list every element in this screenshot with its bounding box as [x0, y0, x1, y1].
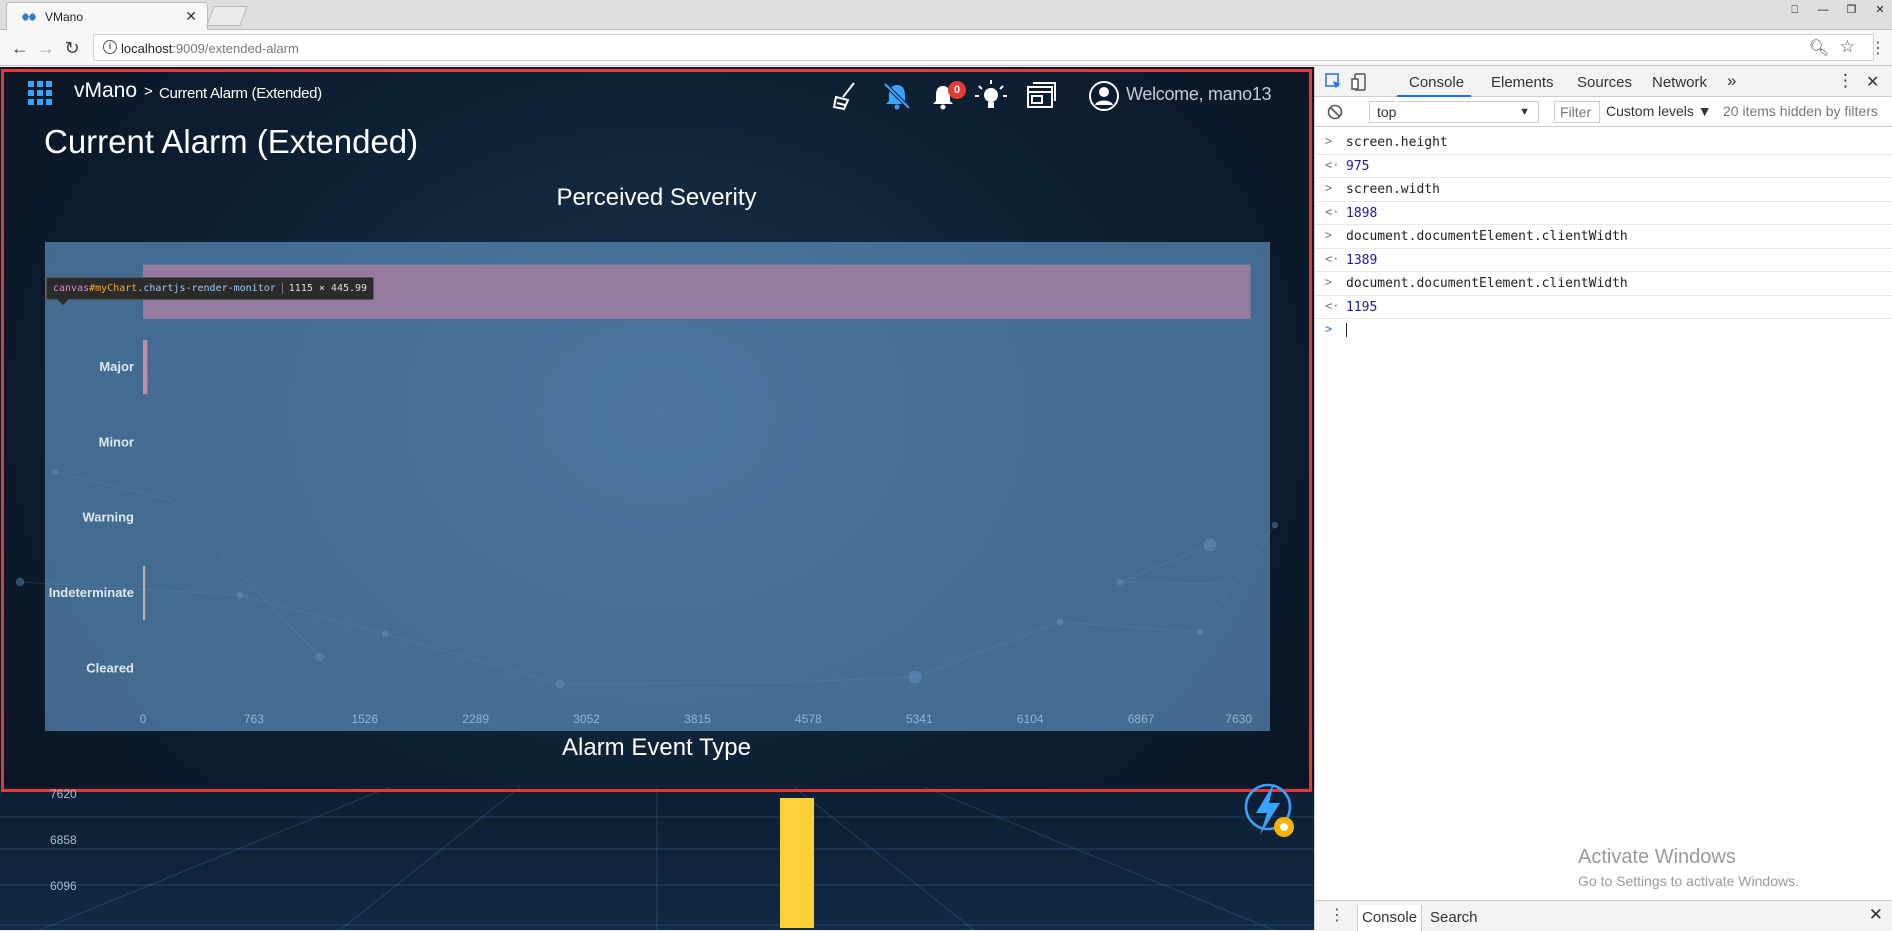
app-viewport: vMano > Current Alarm (Extended) 0 Welco… [0, 67, 1314, 930]
result-arrow-icon: <· [1325, 157, 1340, 172]
console-result-row[interactable]: <· 975 [1315, 155, 1892, 178]
activate-subtitle: Go to Settings to activate Windows. [1578, 873, 1799, 889]
devtools-more-tabs-icon[interactable]: » [1727, 71, 1736, 91]
bottom-chart-axis: 7620 6858 6096 [0, 787, 200, 930]
execution-context-select[interactable]: top ▼ [1369, 101, 1539, 123]
drawer-tab-console[interactable]: Console [1357, 905, 1423, 931]
console-command-row[interactable]: > screen.width [1315, 178, 1892, 202]
zoom-icon[interactable]: 🔍︎ [1809, 38, 1829, 58]
bottom-tick-label: 7620 [50, 787, 77, 801]
assistant-bolt-icon[interactable] [1240, 777, 1298, 841]
hidden-items-note: 20 items hidden by filters [1723, 103, 1878, 119]
browser-menu-icon[interactable]: ⋮ [1870, 38, 1886, 58]
console-command-text: screen.height [1346, 135, 1448, 150]
chevron-down-icon: ▼ [1519, 106, 1530, 118]
forward-arrow-icon[interactable]: → [34, 36, 58, 60]
console-command-text: document.documentElement.clientWidth [1346, 276, 1628, 291]
console-result-row[interactable]: <· 1898 [1315, 202, 1892, 225]
url-path: :9009/extended-alarm [172, 41, 299, 56]
log-levels-dropdown[interactable]: Custom levels ▼ [1606, 103, 1712, 119]
console-drawer: ⋮ Console Search ✕ [1315, 900, 1892, 931]
devtools-tab-sources[interactable]: Sources [1577, 74, 1632, 91]
bookmark-star-icon[interactable]: ☆ [1840, 37, 1855, 57]
console-command-row[interactable]: > document.documentElement.clientWidth [1315, 272, 1892, 296]
window-restore-icon[interactable]: ❐ [1840, 3, 1864, 19]
console-result-value: 1195 [1346, 299, 1378, 315]
new-tab-button[interactable] [206, 6, 248, 26]
bottom-tick-label: 6096 [50, 879, 77, 893]
console-result-value: 975 [1346, 158, 1370, 174]
drawer-menu-icon[interactable]: ⋮ [1329, 905, 1345, 925]
url-input[interactable]: i localhost:9009/extended-alarm 🔍︎ ☆ [93, 34, 1874, 61]
prompt-chevron-icon: > [1325, 275, 1333, 289]
tab-close-icon[interactable]: ✕ [185, 8, 197, 25]
activate-title: Activate Windows [1578, 846, 1736, 868]
bottom-tick-label: 6858 [50, 833, 77, 847]
devtools-menu-icon[interactable]: ⋮ [1837, 71, 1854, 91]
back-arrow-icon[interactable]: ← [8, 36, 32, 60]
prompt-chevron-icon: > [1325, 181, 1333, 195]
console-result-row[interactable]: <· 1195 [1315, 296, 1892, 319]
console-command-row[interactable]: > document.documentElement.clientWidth [1315, 225, 1892, 249]
vmano-favicon-icon [22, 13, 36, 21]
console-log: > screen.height <· 975 > screen.width <· 1898 > d… [1315, 131, 1892, 343]
console-command-text: document.documentElement.clientWidth [1346, 229, 1628, 244]
console-command-row[interactable]: > screen.height [1315, 131, 1892, 155]
console-result-value: 1898 [1346, 205, 1378, 221]
window-minimize-icon[interactable]: — [1811, 4, 1835, 20]
inspect-element-icon[interactable] [1325, 73, 1343, 91]
drawer-tab-search[interactable]: Search [1430, 909, 1478, 926]
browser-tabbar: VMano ✕ ⎕ — ❐ ✕ [0, 0, 1892, 30]
console-result-value: 1389 [1346, 252, 1378, 268]
url-host: localhost [121, 41, 173, 56]
devtools-tab-network[interactable]: Network [1652, 74, 1707, 91]
inspected-element-outline [1, 69, 1312, 792]
result-arrow-icon: <· [1325, 298, 1340, 313]
prompt-chevron-icon: > [1325, 228, 1333, 242]
clear-console-icon[interactable] [1327, 104, 1343, 120]
window-controls: ⎕ — ❐ ✕ [1783, 0, 1892, 16]
devtools-panel: Console Elements Sources Network » ⋮ ✕ t… [1314, 67, 1892, 931]
address-toolbar: ← → ↻ i localhost:9009/extended-alarm 🔍︎… [0, 30, 1892, 66]
prompt-chevron-icon: > [1325, 134, 1333, 148]
device-toolbar-icon[interactable] [1351, 73, 1369, 91]
console-caret [1346, 323, 1347, 339]
bottom-chart-bar [780, 798, 814, 928]
devtools-tab-console[interactable]: Console [1409, 74, 1464, 91]
url-text: localhost:9009/extended-alarm [121, 41, 299, 56]
devtools-tabbar: Console Elements Sources Network » ⋮ ✕ [1315, 67, 1892, 97]
activate-windows-watermark: Activate Windows Go to Settings to activ… [1578, 846, 1799, 889]
browser-tab[interactable]: VMano ✕ [6, 2, 208, 30]
context-value: top [1377, 104, 1397, 120]
console-toolbar: top ▼ Filter Custom levels ▼ 20 items hid… [1315, 97, 1892, 127]
result-arrow-icon: <· [1325, 204, 1340, 219]
devtools-close-icon[interactable]: ✕ [1866, 72, 1879, 92]
console-filter-input[interactable]: Filter [1554, 101, 1600, 123]
window-user-icon[interactable]: ⎕ [1783, 4, 1807, 20]
window-close-icon[interactable]: ✕ [1868, 3, 1892, 19]
reload-icon[interactable]: ↻ [60, 36, 84, 60]
console-input[interactable]: > [1315, 319, 1892, 343]
console-result-row[interactable]: <· 1389 [1315, 249, 1892, 272]
prompt-chevron-icon: > [1325, 322, 1333, 336]
site-info-icon[interactable]: i [103, 40, 117, 54]
tab-title: VMano [45, 10, 84, 24]
result-arrow-icon: <· [1325, 251, 1340, 266]
drawer-close-icon[interactable]: ✕ [1869, 905, 1883, 925]
devtools-tab-elements[interactable]: Elements [1491, 74, 1554, 91]
console-command-text: screen.width [1346, 182, 1440, 197]
